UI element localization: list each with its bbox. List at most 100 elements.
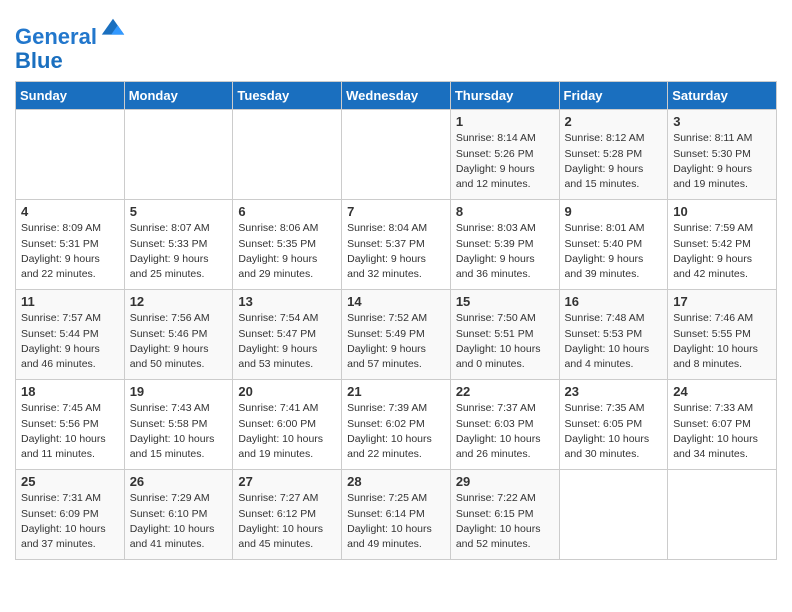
- day-info: Sunrise: 8:12 AM Sunset: 5:28 PM Dayligh…: [565, 131, 663, 192]
- day-info: Sunrise: 7:37 AM Sunset: 6:03 PM Dayligh…: [456, 401, 554, 462]
- day-number: 1: [456, 114, 554, 129]
- day-number: 4: [21, 204, 119, 219]
- weekday-header: Friday: [559, 82, 668, 110]
- weekday-header: Tuesday: [233, 82, 342, 110]
- day-info: Sunrise: 8:03 AM Sunset: 5:39 PM Dayligh…: [456, 221, 554, 282]
- day-number: 16: [565, 294, 663, 309]
- day-number: 21: [347, 384, 445, 399]
- weekday-header: Saturday: [668, 82, 777, 110]
- calendar-cell: 2 Sunrise: 8:12 AM Sunset: 5:28 PM Daylig…: [559, 110, 668, 200]
- calendar-cell: 23 Sunrise: 7:35 AM Sunset: 6:05 PM Dayli…: [559, 380, 668, 470]
- day-info: Sunrise: 7:25 AM Sunset: 6:14 PM Dayligh…: [347, 491, 445, 552]
- day-info: Sunrise: 7:50 AM Sunset: 5:51 PM Dayligh…: [456, 311, 554, 372]
- day-info: Sunrise: 7:41 AM Sunset: 6:00 PM Dayligh…: [238, 401, 336, 462]
- day-number: 24: [673, 384, 771, 399]
- day-number: 17: [673, 294, 771, 309]
- day-number: 15: [456, 294, 554, 309]
- day-info: Sunrise: 7:52 AM Sunset: 5:49 PM Dayligh…: [347, 311, 445, 372]
- calendar-cell: 3 Sunrise: 8:11 AM Sunset: 5:30 PM Daylig…: [668, 110, 777, 200]
- calendar-cell: [668, 470, 777, 560]
- calendar-cell: 26Sunrise: 7:29 AM Sunset: 6:10 PM Dayli…: [124, 470, 233, 560]
- day-info: Sunrise: 8:04 AM Sunset: 5:37 PM Dayligh…: [347, 221, 445, 282]
- page-header: General Blue: [15, 10, 777, 73]
- calendar-cell: 8 Sunrise: 8:03 AM Sunset: 5:39 PM Daylig…: [450, 200, 559, 290]
- calendar-cell: 22 Sunrise: 7:37 AM Sunset: 6:03 PM Dayli…: [450, 380, 559, 470]
- day-info: Sunrise: 8:01 AM Sunset: 5:40 PM Dayligh…: [565, 221, 663, 282]
- day-info: Sunrise: 7:45 AM Sunset: 5:56 PM Dayligh…: [21, 401, 119, 462]
- day-info: Sunrise: 8:06 AM Sunset: 5:35 PM Dayligh…: [238, 221, 336, 282]
- calendar-cell: [124, 110, 233, 200]
- calendar-cell: 24 Sunrise: 7:33 AM Sunset: 6:07 PM Dayli…: [668, 380, 777, 470]
- weekday-header: Sunday: [16, 82, 125, 110]
- day-number: 8: [456, 204, 554, 219]
- day-info: Sunrise: 8:07 AM Sunset: 5:33 PM Dayligh…: [130, 221, 228, 282]
- day-info: Sunrise: 7:48 AM Sunset: 5:53 PM Dayligh…: [565, 311, 663, 372]
- day-info: Sunrise: 7:56 AM Sunset: 5:46 PM Dayligh…: [130, 311, 228, 372]
- calendar-table: SundayMondayTuesdayWednesdayThursdayFrid…: [15, 81, 777, 560]
- day-number: 2: [565, 114, 663, 129]
- logo-blue: Blue: [15, 48, 63, 73]
- day-number: 12: [130, 294, 228, 309]
- day-number: 25: [21, 474, 119, 489]
- calendar-header: SundayMondayTuesdayWednesdayThursdayFrid…: [16, 82, 777, 110]
- day-info: Sunrise: 7:54 AM Sunset: 5:47 PM Dayligh…: [238, 311, 336, 372]
- weekday-header: Wednesday: [342, 82, 451, 110]
- logo-text: General Blue: [15, 16, 127, 73]
- weekday-header: Thursday: [450, 82, 559, 110]
- calendar-cell: 29 Sunrise: 7:22 AM Sunset: 6:15 PM Dayli…: [450, 470, 559, 560]
- day-number: 6: [238, 204, 336, 219]
- day-number: 7: [347, 204, 445, 219]
- calendar-cell: 13 Sunrise: 7:54 AM Sunset: 5:47 PM Dayli…: [233, 290, 342, 380]
- calendar-cell: 11 Sunrise: 7:57 AM Sunset: 5:44 PM Dayli…: [16, 290, 125, 380]
- day-number: 3: [673, 114, 771, 129]
- calendar-cell: 16 Sunrise: 7:48 AM Sunset: 5:53 PM Dayli…: [559, 290, 668, 380]
- day-number: 11: [21, 294, 119, 309]
- calendar-cell: 15 Sunrise: 7:50 AM Sunset: 5:51 PM Dayli…: [450, 290, 559, 380]
- day-info: Sunrise: 8:11 AM Sunset: 5:30 PM Dayligh…: [673, 131, 771, 192]
- day-info: Sunrise: 7:39 AM Sunset: 6:02 PM Dayligh…: [347, 401, 445, 462]
- calendar-week-row: 11 Sunrise: 7:57 AM Sunset: 5:44 PM Dayli…: [16, 290, 777, 380]
- calendar-cell: 27 Sunrise: 7:27 AM Sunset: 6:12 PM Dayli…: [233, 470, 342, 560]
- calendar-cell: [233, 110, 342, 200]
- calendar-cell: 28 Sunrise: 7:25 AM Sunset: 6:14 PM Dayli…: [342, 470, 451, 560]
- logo-general: General: [15, 24, 97, 49]
- calendar-cell: 4Sunrise: 8:09 AM Sunset: 5:31 PM Daylig…: [16, 200, 125, 290]
- day-number: 10: [673, 204, 771, 219]
- day-number: 18: [21, 384, 119, 399]
- calendar-cell: 9 Sunrise: 8:01 AM Sunset: 5:40 PM Daylig…: [559, 200, 668, 290]
- day-info: Sunrise: 7:33 AM Sunset: 6:07 PM Dayligh…: [673, 401, 771, 462]
- day-number: 28: [347, 474, 445, 489]
- day-info: Sunrise: 7:57 AM Sunset: 5:44 PM Dayligh…: [21, 311, 119, 372]
- header-row: SundayMondayTuesdayWednesdayThursdayFrid…: [16, 82, 777, 110]
- day-info: Sunrise: 7:22 AM Sunset: 6:15 PM Dayligh…: [456, 491, 554, 552]
- weekday-header: Monday: [124, 82, 233, 110]
- calendar-cell: 14 Sunrise: 7:52 AM Sunset: 5:49 PM Dayli…: [342, 290, 451, 380]
- day-number: 20: [238, 384, 336, 399]
- day-number: 9: [565, 204, 663, 219]
- day-number: 5: [130, 204, 228, 219]
- day-number: 27: [238, 474, 336, 489]
- day-info: Sunrise: 7:27 AM Sunset: 6:12 PM Dayligh…: [238, 491, 336, 552]
- day-info: Sunrise: 7:31 AM Sunset: 6:09 PM Dayligh…: [21, 491, 119, 552]
- day-info: Sunrise: 7:43 AM Sunset: 5:58 PM Dayligh…: [130, 401, 228, 462]
- day-number: 29: [456, 474, 554, 489]
- calendar-cell: 18 Sunrise: 7:45 AM Sunset: 5:56 PM Dayli…: [16, 380, 125, 470]
- calendar-cell: [16, 110, 125, 200]
- calendar-cell: 20 Sunrise: 7:41 AM Sunset: 6:00 PM Dayli…: [233, 380, 342, 470]
- calendar-cell: 6 Sunrise: 8:06 AM Sunset: 5:35 PM Daylig…: [233, 200, 342, 290]
- day-number: 13: [238, 294, 336, 309]
- day-info: Sunrise: 7:46 AM Sunset: 5:55 PM Dayligh…: [673, 311, 771, 372]
- day-number: 23: [565, 384, 663, 399]
- day-number: 14: [347, 294, 445, 309]
- day-number: 22: [456, 384, 554, 399]
- day-info: Sunrise: 8:14 AM Sunset: 5:26 PM Dayligh…: [456, 131, 554, 192]
- day-number: 26: [130, 474, 228, 489]
- day-info: Sunrise: 7:35 AM Sunset: 6:05 PM Dayligh…: [565, 401, 663, 462]
- calendar-cell: 7 Sunrise: 8:04 AM Sunset: 5:37 PM Daylig…: [342, 200, 451, 290]
- calendar-cell: 10Sunrise: 7:59 AM Sunset: 5:42 PM Dayli…: [668, 200, 777, 290]
- calendar-cell: 17 Sunrise: 7:46 AM Sunset: 5:55 PM Dayli…: [668, 290, 777, 380]
- calendar-cell: [559, 470, 668, 560]
- calendar-week-row: 25 Sunrise: 7:31 AM Sunset: 6:09 PM Dayli…: [16, 470, 777, 560]
- calendar-cell: 5 Sunrise: 8:07 AM Sunset: 5:33 PM Daylig…: [124, 200, 233, 290]
- calendar-week-row: 18 Sunrise: 7:45 AM Sunset: 5:56 PM Dayli…: [16, 380, 777, 470]
